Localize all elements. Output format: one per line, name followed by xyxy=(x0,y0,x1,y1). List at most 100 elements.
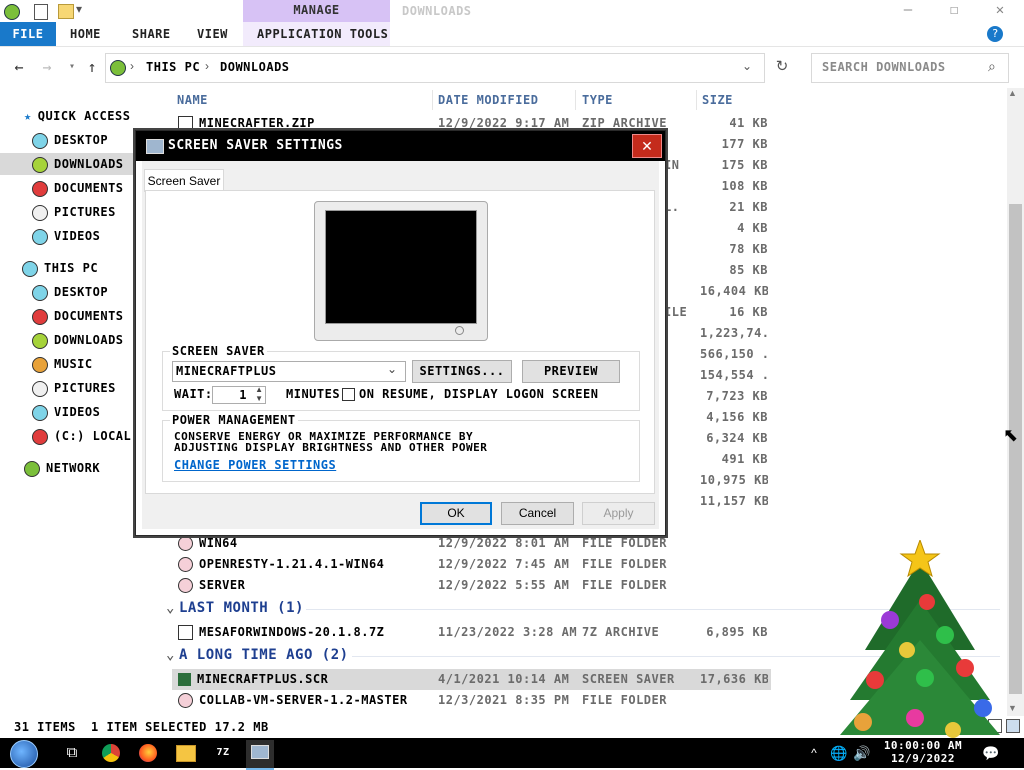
preview-screen xyxy=(325,210,477,324)
large-icons-view-icon[interactable] xyxy=(1006,719,1020,733)
chevron-down-icon: ⌄ xyxy=(387,362,398,376)
crumb-downloads[interactable]: Downloads xyxy=(220,60,290,74)
manage-context-tab[interactable]: Manage xyxy=(243,0,390,22)
column-divider[interactable] xyxy=(432,90,433,110)
dialog-close-button[interactable]: ✕ xyxy=(632,134,662,158)
search-box[interactable]: Search Downloads ⌕ xyxy=(811,53,1009,83)
cancel-button[interactable]: Cancel xyxy=(501,502,574,525)
task-view-icon[interactable]: ⧉ xyxy=(58,738,86,768)
logon-screen-label[interactable]: On resume, display logon screen xyxy=(359,387,598,401)
file-row-date: 12/9/2022 7:45 AM xyxy=(438,557,570,571)
folder-icon xyxy=(178,557,193,572)
network-icon xyxy=(24,460,40,477)
tab-file[interactable]: File xyxy=(0,22,56,46)
settings-button[interactable]: Settings... xyxy=(412,360,512,383)
tab-screen-saver[interactable]: Screen Saver xyxy=(144,169,224,192)
notifications-icon[interactable]: 💬 xyxy=(980,738,1002,768)
videos-icon xyxy=(32,228,48,245)
ok-button[interactable]: OK xyxy=(420,502,492,525)
file-row-size: 566,150 ... xyxy=(700,347,768,361)
column-name[interactable]: Name xyxy=(177,90,208,110)
firefox-icon[interactable] xyxy=(139,744,157,762)
spinner-arrows-icon[interactable]: ▲ ▼ xyxy=(255,385,263,403)
nav-quick-access[interactable]: ★ Quick access xyxy=(24,105,158,127)
chrome-icon[interactable] xyxy=(102,744,120,762)
documents-icon xyxy=(32,308,48,325)
file-row-name[interactable]: MinecraftPlus.scr xyxy=(178,669,428,690)
group-last-month-header[interactable]: ⌄ Last month (1) xyxy=(166,599,304,617)
desktop-icon xyxy=(32,132,48,149)
tab-home[interactable]: Home xyxy=(70,22,101,46)
column-type[interactable]: Type xyxy=(582,90,613,110)
clock[interactable]: 10:00:00 AM 12/9/2022 xyxy=(880,739,966,765)
tab-share[interactable]: Share xyxy=(132,22,171,46)
title-bar xyxy=(0,0,1024,22)
start-icon[interactable] xyxy=(10,740,38,768)
downloads-icon xyxy=(32,156,48,173)
zip-icon xyxy=(178,116,193,131)
recent-locations-icon[interactable]: ▾ xyxy=(62,56,82,78)
screen-saver-select-value: MinecraftPlus xyxy=(176,364,277,378)
videos-icon xyxy=(32,404,48,421)
crumb-this-pc[interactable]: This PC xyxy=(146,60,200,74)
christmas-tree-image xyxy=(840,540,1000,738)
search-icon[interactable]: ⌕ xyxy=(988,58,996,75)
file-row-size: 11,157 KB xyxy=(700,494,768,508)
properties-quick-icon[interactable] xyxy=(34,4,48,20)
file-row-name[interactable]: mesaforwindows-20.1.8.7z xyxy=(178,622,428,643)
back-arrow-icon[interactable]: ← xyxy=(9,56,29,78)
scrollbar-thumb[interactable] xyxy=(1009,204,1022,694)
column-divider[interactable] xyxy=(575,90,576,110)
search-input[interactable]: Search Downloads xyxy=(822,60,946,74)
file-explorer-icon[interactable] xyxy=(176,745,196,762)
tab-view[interactable]: View xyxy=(197,22,228,46)
power-description: Conserve energy or maximize performance … xyxy=(174,430,488,454)
wait-value[interactable]: 1 xyxy=(239,388,247,402)
column-divider[interactable] xyxy=(696,90,697,110)
column-date-modified[interactable]: Date modified xyxy=(438,90,538,110)
column-size[interactable]: Size xyxy=(702,90,733,110)
tab-application-tools[interactable]: Application Tools xyxy=(257,22,388,46)
file-row-size: 78 KB xyxy=(729,242,768,256)
file-row-name[interactable]: server xyxy=(178,575,428,596)
app-icon xyxy=(4,4,20,20)
apply-button[interactable]: Apply xyxy=(582,502,655,525)
minimize-button[interactable]: — xyxy=(886,0,930,22)
screen-saver-select[interactable]: MinecraftPlus ⌄ xyxy=(172,361,406,382)
close-window-button[interactable]: ✕ xyxy=(978,0,1022,22)
new-folder-quick-icon[interactable] xyxy=(58,4,74,19)
file-row-size: 16 KB xyxy=(729,305,768,319)
dialog-title-bar[interactable]: Screen Saver Settings ✕ xyxy=(136,131,665,161)
refresh-icon[interactable]: ↻ xyxy=(770,56,794,78)
crumb-separator-icon: › xyxy=(130,59,134,73)
preview-button[interactable]: Preview xyxy=(522,360,620,383)
up-arrow-icon[interactable]: ↑ xyxy=(82,56,102,78)
forward-arrow-icon[interactable]: → xyxy=(37,56,57,78)
file-row-type: File folder xyxy=(582,536,667,550)
volume-icon[interactable]: 🔊 xyxy=(852,738,872,768)
help-icon[interactable]: ? xyxy=(987,26,1003,42)
minutes-label: minutes xyxy=(286,387,341,401)
scroll-up-icon[interactable]: ▲ xyxy=(1008,88,1017,98)
monitor-preview xyxy=(314,201,488,341)
file-row-name[interactable]: collab-vm-server-1.2-master xyxy=(178,690,428,711)
scroll-down-icon[interactable]: ▼ xyxy=(1008,703,1017,713)
show-hidden-icons-icon[interactable]: ^ xyxy=(804,738,824,768)
file-row-name[interactable]: openresty-1.21.4.1-win64 xyxy=(178,554,428,575)
window-title: Downloads xyxy=(402,4,472,18)
change-power-settings-link[interactable]: Change power settings xyxy=(174,458,336,472)
file-row-type: Screen saver xyxy=(582,672,675,686)
group-long-ago-header[interactable]: ⌄ A long time ago (2) xyxy=(166,646,349,664)
computer-icon xyxy=(22,260,38,277)
logon-screen-checkbox[interactable] xyxy=(342,388,355,401)
file-row-name[interactable]: win64 xyxy=(178,533,428,554)
file-row-size: 16,404 KB xyxy=(700,284,768,298)
address-dropdown-icon[interactable]: ⌄ xyxy=(742,59,752,73)
7zip-icon[interactable]: 7z xyxy=(210,738,236,768)
maximize-button[interactable]: ☐ xyxy=(932,0,976,22)
wait-spinner[interactable]: 1 ▲ ▼ xyxy=(212,385,266,404)
documents-icon xyxy=(32,180,48,197)
quick-access-dropdown-icon[interactable]: ▾ xyxy=(76,2,82,16)
language-icon[interactable]: 🌐 xyxy=(829,738,849,768)
address-bar[interactable]: › This PC › Downloads ⌄ xyxy=(105,53,765,83)
